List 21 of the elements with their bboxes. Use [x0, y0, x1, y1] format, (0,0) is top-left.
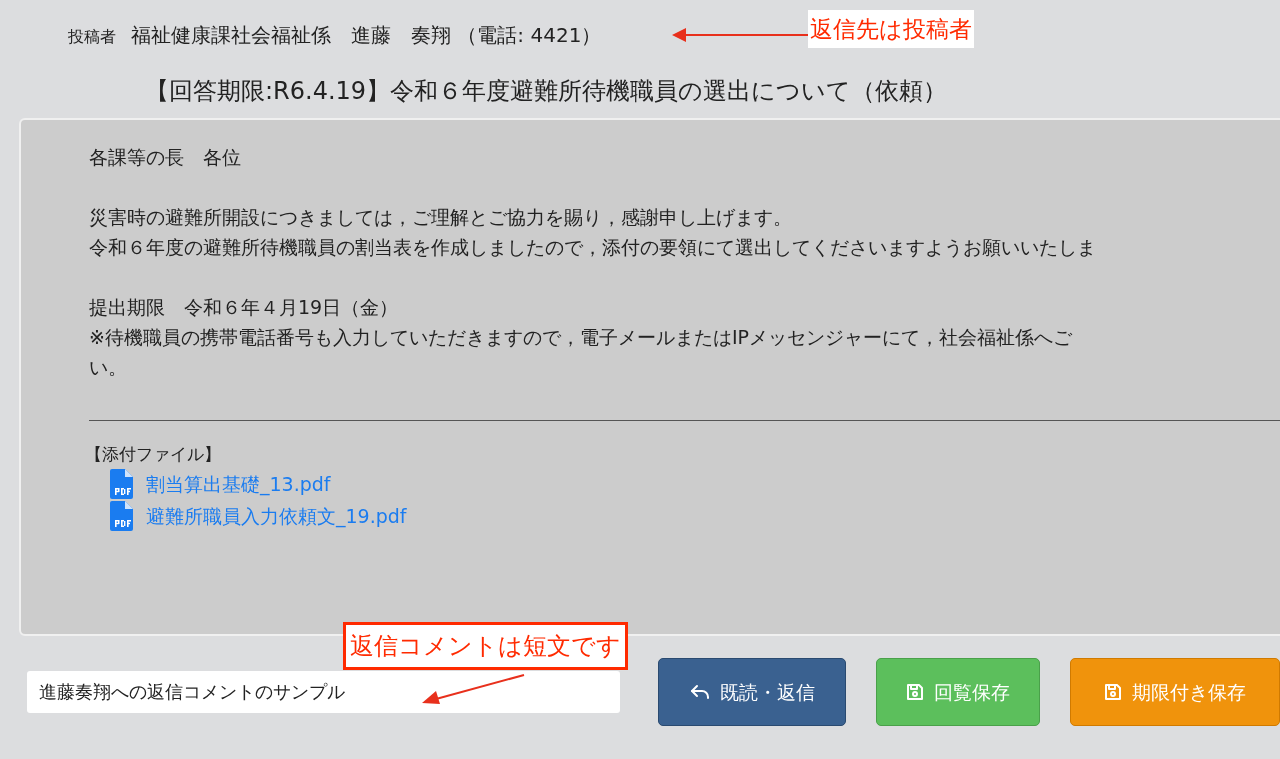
attachment-heading: 【添付ファイル】	[85, 443, 222, 466]
attachment-link[interactable]: 割当算出基礎_13.pdf	[146, 469, 331, 499]
message-text: 令和６年度の避難所待機職員の割当表を作成しましたので，添付の要領にて選出してくださいますようお願いいたしま	[89, 235, 1097, 260]
save-button[interactable]: 期限付き保存	[1070, 658, 1280, 726]
reply-comment-field[interactable]: 進藤奏翔への返信コメントのサンプル	[27, 671, 620, 713]
message-text: ※待機職員の携帯電話番号も入力していただきますので，電子メールまたはIPメッセンジャーにて，社会福祉係へご	[89, 325, 1073, 350]
reply-button[interactable]: 既読・返信	[658, 658, 846, 726]
pdf-file-icon	[110, 469, 134, 499]
message-text: 各課等の長 各位	[89, 145, 242, 170]
annotation-note: 返信先は投稿者	[808, 10, 974, 48]
poster-name: 福祉健康課社会福祉係 進藤 奏翔 （電話: 4421）	[131, 22, 602, 49]
message-text: 災害時の避難所開設につきましては，ご理解とご協力を賜り，感謝申し上げます。	[89, 205, 793, 230]
message-title: 【回答期限:R6.4.19】令和６年度避難所待機職員の選出について（依頼）	[144, 76, 949, 107]
poster-label: 投稿者	[68, 26, 116, 48]
save-button[interactable]: 回覧保存	[876, 658, 1040, 726]
message-text: 提出期限 令和６年４月19日（金）	[89, 295, 400, 320]
attachment-link[interactable]: 避難所職員入力依頼文_19.pdf	[146, 501, 407, 531]
pdf-file-icon	[110, 501, 134, 531]
annotation-note: 返信コメントは短文です	[343, 622, 628, 670]
message-text: い。	[89, 355, 128, 380]
reply-arrow-icon	[689, 684, 710, 700]
